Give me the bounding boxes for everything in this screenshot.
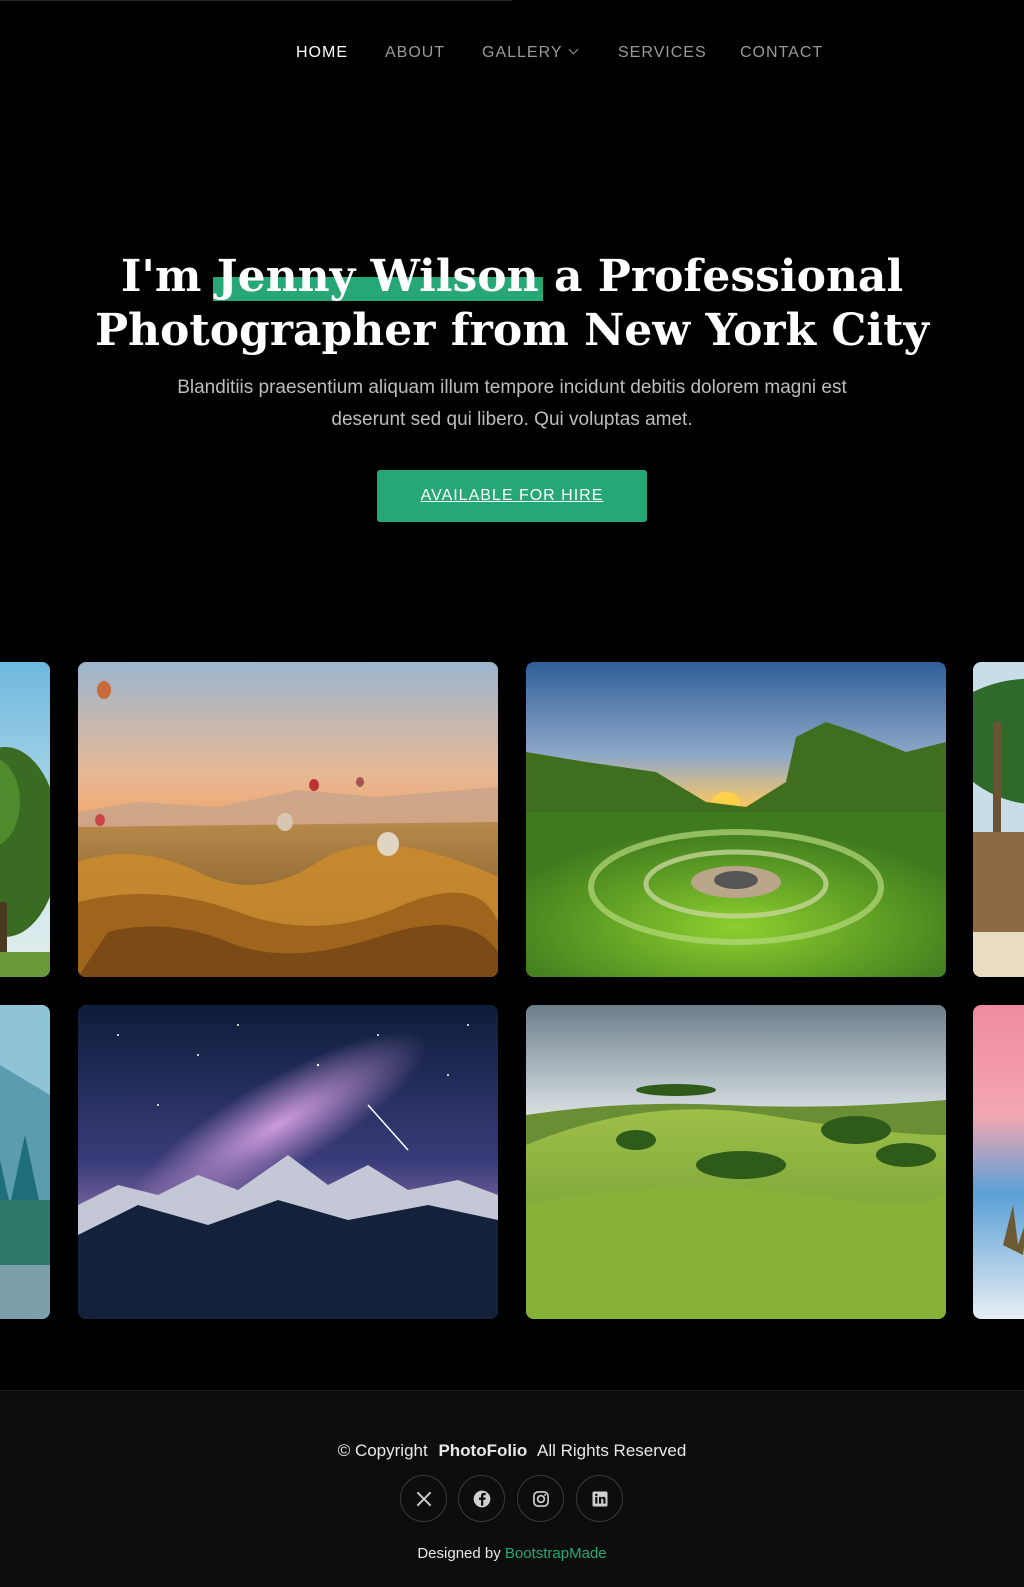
gallery-image-hot-air-balloons[interactable] (78, 662, 498, 977)
main-nav: HOME ABOUT GALLERY SERVICES CONTACT (0, 44, 1024, 70)
gallery-image-tree-landscape[interactable] (0, 662, 50, 977)
nav-item-services[interactable]: SERVICES (618, 44, 707, 62)
chevron-down-icon (568, 44, 578, 55)
linkedin-icon[interactable] (576, 1475, 623, 1522)
hero-title-post: a Professional (553, 251, 904, 302)
hero-title-line2: Photographer from New York City (94, 305, 930, 356)
hero-title-pre: I'm (120, 251, 202, 302)
instagram-icon[interactable] (517, 1475, 564, 1522)
brand-name: PhotoFolio (438, 1441, 528, 1460)
gallery-image-misty-forest[interactable] (0, 1005, 50, 1319)
hero-subtitle: Blanditiis praesentium aliquam illum tem… (177, 377, 847, 430)
facebook-icon[interactable] (458, 1475, 505, 1522)
gallery-image-green-hills[interactable] (526, 1005, 946, 1319)
available-for-hire-button[interactable]: AVAILABLE FOR HIRE (377, 470, 647, 522)
top-loading-line (0, 0, 512, 1)
credit-prefix: Designed by (417, 1545, 501, 1562)
nav-item-about[interactable]: ABOUT (385, 44, 445, 62)
x-twitter-icon[interactable] (400, 1475, 447, 1522)
social-links (400, 1475, 624, 1523)
designer-credit: Designed by BootstrapMade (0, 1545, 1024, 1562)
nav-item-gallery[interactable]: GALLERY (482, 44, 578, 62)
nav-item-gallery-label: GALLERY (482, 44, 563, 61)
nav-item-home[interactable]: HOME (296, 44, 348, 62)
gallery-image-pink-sky-beach[interactable] (973, 1005, 1024, 1319)
nav-item-contact[interactable]: CONTACT (740, 44, 823, 62)
gallery-image-green-valley-sunset[interactable] (526, 662, 946, 977)
footer: © Copyright PhotoFolio All Rights Reserv… (0, 1390, 1024, 1587)
copyright: © Copyright PhotoFolio All Rights Reserv… (0, 1441, 1024, 1461)
hero-title-name-highlight: Jenny Wilson (212, 251, 543, 302)
copyright-prefix: © Copyright (337, 1441, 428, 1460)
copyright-rights: All Rights Reserved (537, 1441, 687, 1460)
hero-title: I'm Jenny Wilson a Professional Photogra… (0, 250, 1024, 358)
bootstrapmade-link[interactable]: BootstrapMade (505, 1545, 607, 1562)
gallery-image-palm-beach[interactable] (973, 662, 1024, 977)
gallery-image-milky-way[interactable] (78, 1005, 498, 1319)
